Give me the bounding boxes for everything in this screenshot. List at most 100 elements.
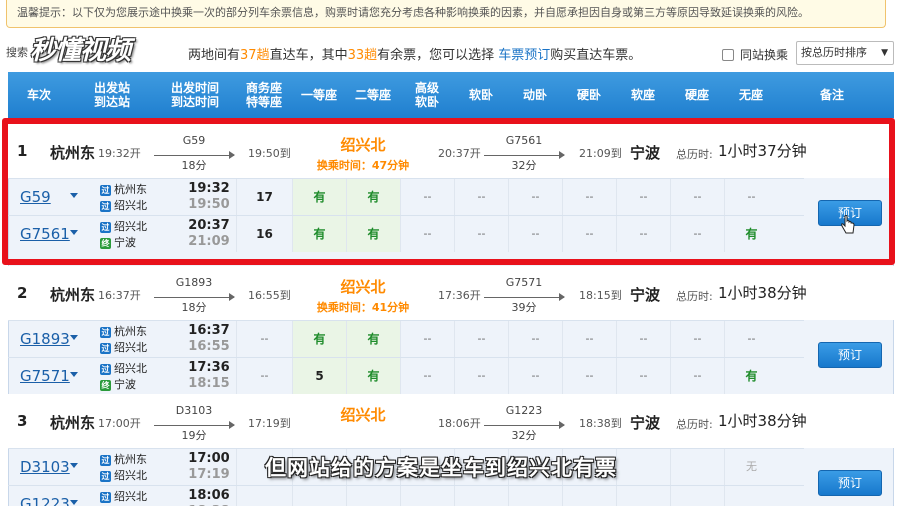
video-subtitle: 但网站给的方案是坐车到绍兴北有票: [265, 456, 617, 480]
train-code-link[interactable]: G1223: [20, 495, 70, 506]
column-header: 硬座: [684, 88, 709, 102]
seat-availability-cell: [236, 486, 292, 506]
destination-station: 宁波: [630, 414, 661, 432]
total-duration-label: 总历时:: [676, 418, 713, 431]
seat-availability-cell: --: [400, 358, 454, 394]
seat-availability-cell: [616, 449, 670, 485]
pass-station-icon: 过: [100, 326, 111, 338]
seat-availability-cell[interactable]: 有: [346, 358, 400, 394]
seat-availability-cell: [346, 486, 400, 506]
route-index: 2: [17, 284, 28, 302]
column-header: 出发站 到达站: [93, 81, 130, 109]
chevron-down-icon[interactable]: [70, 335, 78, 340]
column-header: 软座: [630, 88, 655, 102]
leg1-segment: D3103 19分: [154, 404, 235, 443]
seat-availability-cell: --: [616, 321, 670, 357]
video-watermark-logo: 秒懂视频: [30, 36, 131, 66]
route-summary-row: 3 杭州东 17:00开 D3103 19分 17:19到 绍兴北 18:06开 G1223 32…: [8, 394, 894, 448]
train-code-link[interactable]: G1893: [20, 330, 70, 348]
seat-availability-cell: --: [616, 358, 670, 394]
arrow-right-icon: [484, 290, 565, 301]
seat-availability-cell[interactable]: 有: [346, 321, 400, 357]
results-table-header: 车次 出发站 到达站 出发时间 到达时间 商务座 特等座 一等座 二等座 高级 软卧 软卧 动卧 硬卧 软座…: [8, 72, 894, 118]
column-header: 动卧: [522, 88, 547, 102]
seat-availability-cell[interactable]: 5: [292, 358, 346, 394]
leg2-arrival: 18:38到: [579, 417, 622, 430]
chevron-down-icon[interactable]: [70, 372, 78, 377]
ticket-booking-link[interactable]: 车票预订: [498, 48, 550, 63]
total-duration: 1小时38分钟: [718, 284, 807, 302]
station-pair: 过绍兴北终宁波: [100, 362, 147, 391]
train-times: 18:0618:38: [188, 488, 230, 506]
pass-station-icon: 过: [100, 454, 111, 466]
leg1-arrival: 16:55到: [248, 289, 291, 302]
column-header: 硬卧: [576, 88, 601, 102]
destination-station: 宁波: [630, 286, 661, 304]
same-station-transfer-toggle[interactable]: 同站换乘: [722, 46, 788, 63]
seat-availability-cell: --: [508, 358, 562, 394]
search-label: 搜索: [6, 46, 28, 59]
seat-availability-cell[interactable]: 有: [724, 358, 778, 394]
seat-availability-cell: [400, 486, 454, 506]
sort-select[interactable]: 按总历时排序 ▼: [796, 41, 894, 65]
leg1-segment: G1893 18分: [154, 276, 235, 315]
seat-availability-cell[interactable]: 有: [292, 321, 346, 357]
route-summary-row: 2 杭州东 16:37开 G1893 18分 16:55到 绍兴北 换乘时间：41分钟 17:3…: [8, 266, 894, 320]
departure-time: 16:37开: [98, 289, 141, 302]
same-station-checkbox[interactable]: [722, 48, 734, 61]
seat-availability-cell: 无: [724, 449, 778, 485]
column-header[interactable]: 出发时间 到达时间: [154, 72, 236, 118]
seat-availability-cell: --: [236, 358, 292, 394]
seat-availability-cell: --: [670, 358, 724, 394]
origin-station: 杭州东: [50, 286, 96, 304]
chevron-down-icon[interactable]: [70, 463, 78, 468]
column-header: 一等座: [300, 88, 337, 102]
leg2-departure: 18:06开: [438, 417, 481, 430]
seat-availability-cell: --: [562, 358, 616, 394]
seat-availability-cell: [670, 449, 724, 485]
station-pair: 过杭州东过绍兴北: [100, 325, 147, 354]
seat-availability-cell: --: [508, 321, 562, 357]
train-times: 16:37 16:55: [188, 323, 230, 354]
seat-availability-cell: --: [454, 321, 508, 357]
hand-cursor-icon: [841, 215, 855, 234]
seat-availability-cell: --: [454, 358, 508, 394]
column-header: 商务座 特等座: [245, 81, 282, 109]
red-highlight-annotation: [2, 118, 895, 265]
transfer-station: 绍兴北 换乘时间：41分钟: [316, 278, 410, 314]
transfer-station: 绍兴北: [340, 406, 386, 424]
book-button[interactable]: 预订: [818, 342, 882, 368]
train-code-link[interactable]: D3103: [20, 458, 70, 476]
train-leg-row: G1223 过绍兴北终宁波 18:0618:38: [8, 485, 804, 506]
train-times: 17:36 18:15: [188, 360, 230, 391]
chevron-down-icon[interactable]: [70, 500, 78, 505]
total-duration: 1小时38分钟: [718, 412, 807, 430]
seat-availability-cell: [724, 486, 778, 506]
column-header: 备注: [819, 88, 844, 102]
seat-availability-cell: [562, 486, 616, 506]
seat-availability-cell: [454, 486, 508, 506]
train-code-link[interactable]: G7571: [20, 367, 70, 385]
column-header: 软卧: [468, 88, 493, 102]
seat-availability-cell: --: [562, 321, 616, 357]
column-header: 无座: [738, 88, 763, 102]
seat-availability-cell: [508, 486, 562, 506]
route-index: 3: [17, 412, 28, 430]
pass-station-icon: 过: [100, 363, 111, 375]
notice-bar: 温馨提示：以下仅为您展示途中换乘一次的部分列车余票信息，购票时请您充分考虑各种影…: [6, 0, 886, 28]
direct-train-summary: 两地间有37趟直达车，其中33趟有余票，您可以选择 车票预订购买直达车票。: [188, 48, 642, 63]
book-button[interactable]: 预订: [818, 470, 882, 496]
train-leg-row: G1893 过杭州东过绍兴北 16:37 16:55 -- 有有 -- -- -- -- -- -- -…: [8, 320, 804, 357]
chevron-down-icon: ▼: [881, 48, 888, 58]
leg2-arrival: 18:15到: [579, 289, 622, 302]
leg1-arrival: 17:19到: [248, 417, 291, 430]
seat-availability-cell: --: [724, 321, 778, 357]
arrow-right-icon: [484, 418, 565, 429]
column-header: 高级 软卧: [414, 81, 439, 109]
seat-availability-cell: --: [670, 321, 724, 357]
station-pair: 过绍兴北终宁波: [100, 490, 147, 503]
departure-time: 17:00开: [98, 417, 141, 430]
origin-station: 杭州东: [50, 414, 96, 432]
seat-availability-cell: [670, 486, 724, 506]
terminal-station-icon: 终: [100, 379, 111, 391]
